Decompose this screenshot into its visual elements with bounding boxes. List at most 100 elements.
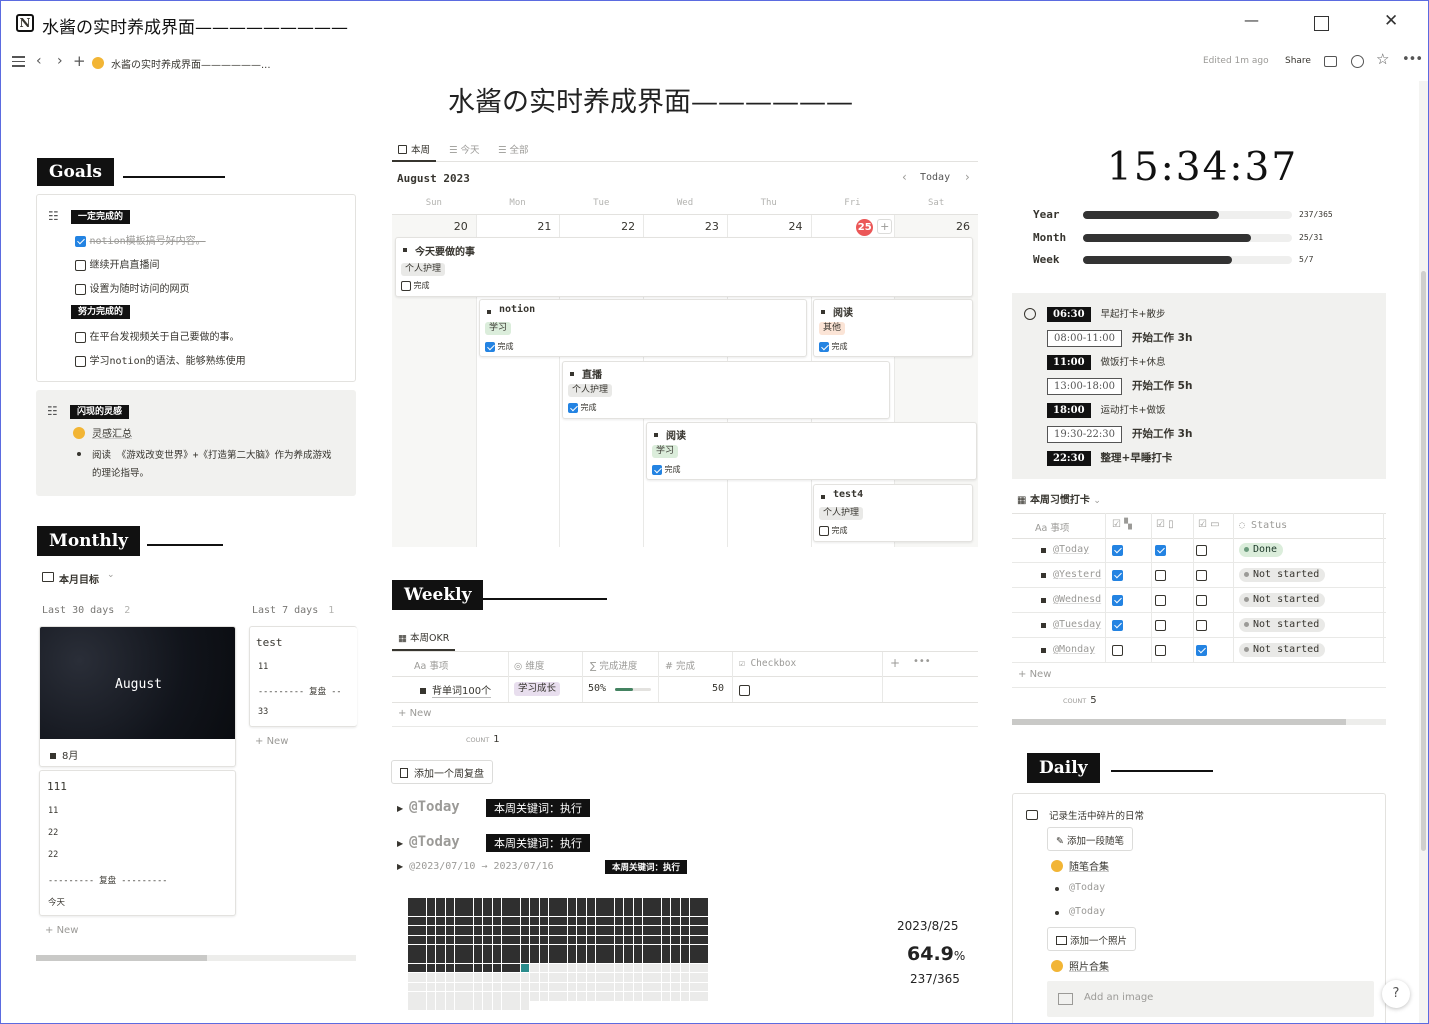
maximize-button[interactable] (1314, 16, 1329, 31)
habit-checkbox[interactable] (1112, 620, 1123, 631)
col-header-drink-icon[interactable]: ☑ ▯ (1156, 519, 1174, 530)
habit-checkbox[interactable] (1196, 620, 1207, 631)
share-button[interactable]: Share (1285, 56, 1311, 66)
habit-checkbox[interactable] (1155, 620, 1166, 631)
history-icon[interactable] (1351, 55, 1364, 68)
add-note-button[interactable]: ✎ 添加一段随笔 (1047, 827, 1134, 851)
board-card-august[interactable]: August 8月 (39, 626, 236, 767)
monthly-view-tab[interactable]: 本月目标 (59, 571, 99, 586)
horizontal-scrollbar[interactable] (1012, 719, 1386, 725)
more-icon[interactable]: ••• (1402, 52, 1423, 67)
col-header-read-icon[interactable]: ☑ ▭ (1198, 519, 1220, 530)
goal-checkbox[interactable] (75, 331, 86, 343)
add-image-placeholder[interactable]: Add an image (1047, 981, 1374, 1017)
note-link[interactable]: @Today (1069, 882, 1105, 893)
col-header[interactable]: ☑ Checkbox (739, 658, 796, 669)
habit-checkbox[interactable] (1112, 545, 1123, 556)
event-checkbox[interactable] (652, 464, 662, 475)
table-row[interactable]: @Monday Not started (1012, 638, 1386, 663)
review-toggle[interactable]: ▶ @Today (397, 799, 460, 815)
board-card-111[interactable]: 111 11 22 22 --------- 复盘 --------- 今天 (39, 770, 236, 916)
forward-icon[interactable]: › (57, 53, 63, 69)
goal-checkbox[interactable] (75, 283, 86, 295)
calendar-event[interactable]: 直播 个人护理 完成 (562, 361, 890, 419)
habit-checkbox[interactable] (1196, 570, 1207, 581)
habit-checkbox[interactable] (1112, 595, 1123, 606)
col-header[interactable]: Aa 事项 (414, 658, 448, 672)
habit-checkbox[interactable] (1112, 645, 1123, 656)
review-toggle[interactable]: ▶ @Today (397, 834, 460, 850)
menu-icon[interactable] (12, 56, 25, 67)
event-checkbox[interactable] (401, 280, 411, 291)
habit-checkbox[interactable] (1196, 595, 1207, 606)
table-row[interactable]: @Today Done (1012, 538, 1386, 563)
col-header[interactable]: Aa 事项 (1035, 520, 1069, 534)
note-link[interactable]: @Today (1069, 906, 1105, 917)
goal-item[interactable]: 设置为随时访问的网页 (75, 280, 190, 295)
back-icon[interactable]: ‹ (36, 53, 42, 69)
habit-checkbox[interactable] (1112, 570, 1123, 581)
favorite-icon[interactable]: ☆ (1376, 50, 1389, 68)
review-toggle[interactable]: ▶ @2023/07/10 → 2023/07/16 (397, 861, 554, 872)
add-icon[interactable]: + (73, 52, 86, 70)
col-header[interactable]: ∑ 完成进度 (590, 658, 637, 672)
new-card-button[interactable]: + New (45, 925, 78, 936)
habit-checkbox[interactable] (1155, 595, 1166, 606)
help-button[interactable]: ? (1382, 980, 1410, 1008)
board-card-test[interactable]: test 11 --------- 复盘 -- 33 (249, 626, 357, 727)
add-event-icon[interactable]: + (877, 219, 893, 234)
prev-week-icon[interactable]: ‹ (902, 170, 907, 184)
close-button[interactable]: ✕ (1384, 11, 1398, 31)
col-header[interactable]: ◎ 维度 (514, 658, 544, 672)
goal-item[interactable]: 继续开启直播间 (75, 256, 160, 271)
today-button[interactable]: Today (920, 172, 950, 183)
goal-checkbox[interactable] (75, 355, 86, 367)
add-photo-button[interactable]: 添加一个照片 (1047, 927, 1137, 951)
more-icon[interactable]: ••• (913, 656, 931, 667)
event-checkbox[interactable] (819, 341, 829, 352)
tab-all[interactable]: ☰ 全部 (498, 142, 529, 156)
habit-checkbox[interactable] (1155, 570, 1166, 581)
tab-this-week[interactable]: 本周 (392, 140, 437, 162)
col-header[interactable]: ◌ Status (1239, 520, 1287, 531)
new-row-button[interactable]: + New (1018, 669, 1051, 680)
add-column-icon[interactable]: + (890, 656, 900, 670)
goal-item[interactable]: notion模板搞号好内容。 (75, 232, 206, 247)
table-row[interactable]: @Tuesday Not started (1012, 613, 1386, 638)
new-card-button[interactable]: + New (255, 736, 288, 747)
calendar-event[interactable]: 阅读 其他 完成 (813, 299, 973, 357)
minimize-button[interactable]: — (1244, 11, 1259, 29)
habits-view-tab[interactable]: ▦ 本周习惯打卡 ⌄ (1017, 491, 1101, 506)
new-row-button[interactable]: + New (398, 708, 431, 719)
habit-checkbox[interactable] (1196, 545, 1207, 556)
event-checkbox[interactable] (819, 525, 829, 536)
tab-today[interactable]: ☰ 今天 (449, 142, 480, 156)
goal-checkbox[interactable] (75, 235, 86, 247)
habit-checkbox[interactable] (1155, 545, 1166, 556)
breadcrumb[interactable]: 水酱の实时养成界面——————... (111, 56, 271, 71)
calendar-event[interactable]: 阅读 学习 完成 (646, 422, 977, 480)
scrollbar[interactable] (1419, 81, 1428, 1024)
goal-item[interactable]: 在平台发视频关于自己要做的事。 (75, 328, 240, 343)
goal-checkbox[interactable] (75, 259, 86, 271)
inspiration-link[interactable]: 灵感汇总 (92, 425, 132, 440)
next-week-icon[interactable]: › (965, 170, 970, 184)
table-row[interactable]: @Yesterd Not started (1012, 563, 1386, 588)
comment-icon[interactable] (1324, 56, 1337, 67)
add-review-button[interactable]: 添加一个周复盘 (391, 760, 493, 784)
goal-item[interactable]: 学习notion的语法、能够熟练使用 (75, 352, 246, 367)
okr-checkbox[interactable] (739, 684, 750, 696)
habit-checkbox[interactable] (1196, 645, 1207, 656)
habit-checkbox[interactable] (1155, 645, 1166, 656)
horizontal-scrollbar[interactable] (36, 955, 356, 961)
okr-row-item[interactable]: 背单词100个 (420, 682, 492, 698)
calendar-event[interactable]: notion 学习 完成 (479, 299, 807, 357)
notes-link[interactable]: 随笔合集 (1069, 858, 1109, 873)
photos-link[interactable]: 照片合集 (1069, 958, 1109, 973)
col-header-checkin-icon[interactable]: ☑ ▚ (1112, 519, 1132, 530)
col-header[interactable]: # 完成 (665, 658, 695, 672)
chevron-down-icon[interactable]: ⌄ (107, 570, 115, 580)
calendar-event[interactable]: 今天要做的事 个人护理 完成 (395, 237, 973, 297)
calendar-event[interactable]: test4 个人护理 完成 (813, 484, 973, 542)
table-row[interactable]: @Wednesd Not started (1012, 588, 1386, 613)
